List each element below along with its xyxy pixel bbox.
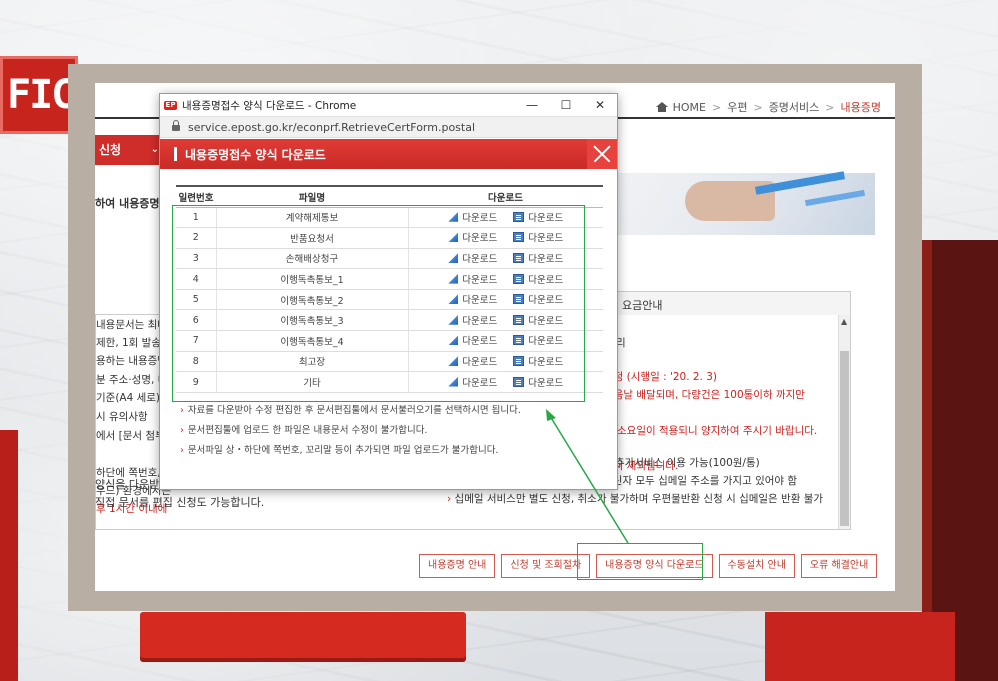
breadcrumb: HOME > 우편 > 증명서비스 > 내용증명: [655, 99, 881, 115]
close-icon[interactable]: [587, 139, 617, 169]
column-header-number: 일련번호: [176, 185, 216, 208]
lock-icon: [172, 119, 180, 132]
breadcrumb-separator: >: [753, 100, 763, 114]
minimize-icon[interactable]: —: [515, 94, 549, 116]
background-red-block: [765, 612, 955, 681]
tab-fee-info[interactable]: 요금안내: [593, 291, 851, 315]
background-bench: [140, 612, 466, 658]
popup-header: 내용증명접수 양식 다운로드: [160, 139, 617, 169]
note-item: › 문서파일 상・하단에 쪽번호, 꼬리말 등이 추가되면 파일 업로드가 불가합…: [180, 442, 521, 456]
highlight-box-table: [172, 205, 585, 402]
breadcrumb-home[interactable]: HOME: [673, 101, 706, 114]
chevron-down-icon: ⌄: [150, 144, 159, 155]
note-text: 문서편집툴에 업로드 한 파일은 내용문서 수정이 불가합니다.: [187, 425, 428, 436]
popup-title: 내용증명접수 양식 다운로드: [185, 147, 326, 162]
notice-line-text: 십메일 서비스만 별도 신청, 취소가 불가하며 우편물반환 신청 시 십메일은…: [454, 493, 824, 505]
notice-line: 기준(A4 세로): [96, 392, 161, 404]
notice-line: 조정 (시행일 : '20. 2. 3): [604, 371, 718, 383]
banner-chart-bar: [804, 189, 866, 207]
note-item: › 자료를 다운받아 수정 편집한 후 문서편집툴에서 문서불러오기를 선택하시면…: [180, 402, 521, 416]
breadcrumb-separator: >: [712, 100, 722, 114]
note-text: 자료를 다운받아 수정 편집한 후 문서편집툴에서 문서불러오기를 선택하시면 …: [187, 405, 521, 416]
notice-scrollbar[interactable]: ▲: [838, 315, 850, 529]
note-text: 문서파일 상・하단에 쪽번호, 꼬리말 등이 추가되면 파일 업로드가 불가합니…: [187, 445, 499, 456]
breadcrumb-separator: >: [825, 100, 835, 114]
bullet-arrow-icon: ›: [180, 405, 184, 416]
url-text: service.epost.go.kr/econprf.RetrieveCert…: [188, 120, 476, 134]
notice-line: 제한, 1회 발송: [96, 337, 161, 349]
notice-line: 시 유의사항: [96, 411, 148, 423]
window-titlebar[interactable]: EP 내용증명접수 양식 다운로드 - Chrome — ☐ ✕: [160, 94, 617, 116]
home-icon: [655, 102, 668, 112]
scroll-thumb[interactable]: [840, 351, 849, 526]
bullet-arrow-icon: ›: [180, 445, 184, 456]
window-title: 내용증명접수 양식 다운로드 - Chrome: [182, 99, 357, 112]
popup-notes: › 자료를 다운받아 수정 편집한 후 문서편집툴에서 문서불러오기를 선택하시면…: [180, 402, 521, 462]
notice-line: 용하는 내용증명: [96, 355, 167, 367]
breadcrumb-post[interactable]: 우편: [727, 99, 747, 115]
epost-favicon-icon: EP: [164, 100, 177, 110]
page-banner: [615, 171, 875, 235]
table-header-row: 일련번호 파일명 다운로드: [176, 185, 603, 208]
notice-line: 추가서비스 이용 가능(100원/통): [615, 457, 760, 469]
nav-apply-menu[interactable]: 신청 ⌄: [95, 135, 165, 165]
manual-install-button[interactable]: 수동설치 안내: [718, 554, 795, 578]
scroll-up-icon[interactable]: ▲: [841, 317, 847, 326]
close-window-icon[interactable]: ✕: [583, 94, 617, 116]
breadcrumb-current: 내용증명: [840, 101, 881, 114]
page-heading: 하여 내용증명: [95, 197, 160, 210]
notice-line: 당 소요일이 적용되니 양지하여 주시기 바랍니다.: [604, 425, 818, 437]
column-header-download: 다운로드: [408, 185, 603, 208]
error-help-button[interactable]: 오류 해결안내: [800, 554, 878, 578]
notice-line: › 십메일 서비스만 별도 신청, 취소가 불가하며 우편물반환 신청 시 십메…: [447, 493, 824, 505]
maximize-icon[interactable]: ☐: [549, 94, 583, 116]
header-accent-bar: [174, 147, 177, 161]
nav-apply-label: 신청: [99, 143, 122, 157]
cert-guide-button[interactable]: 내용증명 안내: [419, 554, 496, 578]
notice-line: 내용문서는 최대: [96, 319, 167, 331]
breadcrumb-cert-service[interactable]: 증명서비스: [769, 99, 820, 115]
note-item: › 문서편집툴에 업로드 한 파일은 내용문서 수정이 불가합니다.: [180, 422, 521, 436]
bullet-arrow-icon: ›: [180, 425, 184, 436]
address-bar[interactable]: service.epost.go.kr/econprf.RetrieveCert…: [160, 116, 617, 138]
column-header-filename: 파일명: [216, 185, 408, 208]
notice-line: 다음날 배달되며, 다량건은 100통이하 까지만: [604, 389, 805, 401]
highlight-box-button: [577, 543, 703, 580]
background-red-post: [0, 430, 18, 681]
notice-line: 분 주소·성명, 내: [96, 374, 168, 386]
office-sign: FICE: [0, 56, 97, 134]
notice-line: 직접 문서를 편집 신청도 가능합니다.: [95, 496, 265, 509]
